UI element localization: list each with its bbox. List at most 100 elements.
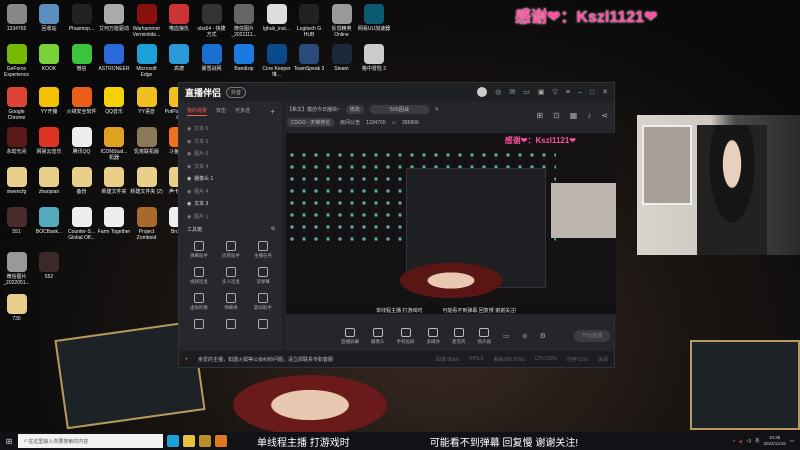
source-item[interactable]: ◉ 图片 4 bbox=[179, 185, 283, 198]
desktop-icon[interactable]: 网易UU加速器 bbox=[358, 2, 391, 32]
desktop-icon[interactable]: Project Zomboid bbox=[130, 205, 163, 241]
desktop-icon[interactable]: Bandizip bbox=[228, 42, 261, 72]
tool-button[interactable] bbox=[247, 319, 279, 331]
edge-icon[interactable] bbox=[167, 435, 179, 447]
chevron-up-icon[interactable]: ^ bbox=[733, 439, 735, 444]
source-item[interactable]: ◉ 文本 3 bbox=[179, 197, 283, 210]
desktop-icon[interactable]: BOCBank... bbox=[33, 205, 66, 235]
desktop-icon[interactable]: Google Chrome bbox=[0, 85, 33, 121]
source-item[interactable]: ◉ 图片 1 bbox=[179, 210, 283, 223]
avatar[interactable] bbox=[477, 87, 488, 97]
toolbar-button[interactable]: 直播屏幕 bbox=[341, 327, 359, 345]
desktop-icon[interactable]: 高德 bbox=[163, 42, 196, 72]
category-field[interactable]: CSGO - 天梯排位 bbox=[287, 118, 335, 127]
desktop-icon[interactable]: 新建文件夹 (2) bbox=[130, 165, 163, 195]
desktop-icon[interactable]: Microsoft Edge bbox=[130, 42, 163, 78]
desktop-icon[interactable]: 反恐精英Online bbox=[325, 2, 358, 38]
desktop-icon[interactable]: Logitech G HUB bbox=[293, 2, 326, 38]
desktop-icon[interactable]: 嗜血狼仇 bbox=[163, 2, 196, 32]
tool-button[interactable]: 房管助手 bbox=[215, 241, 247, 259]
desktop-icon[interactable]: QQ音乐 bbox=[98, 85, 131, 115]
desktop-icon[interactable]: 永劫无间 bbox=[0, 125, 33, 155]
tool-button[interactable]: 读弹幕 bbox=[247, 267, 279, 285]
tab-my-scenes[interactable]: 我的场景 bbox=[187, 107, 208, 116]
gift-icon[interactable]: ⊞ bbox=[536, 111, 543, 120]
desktop-icon[interactable]: Core Keeper 堆... bbox=[260, 42, 293, 78]
desktop-icon[interactable]: obs64 - 快捷方式 bbox=[195, 2, 228, 38]
toolbar-button[interactable]: 多媒体 bbox=[427, 327, 440, 345]
tool-button[interactable]: 弹幕秀 bbox=[215, 293, 247, 311]
tool-button[interactable] bbox=[183, 319, 215, 331]
desktop-icon[interactable]: 730 bbox=[0, 292, 33, 322]
file-explorer-icon[interactable] bbox=[183, 435, 195, 447]
filter-icon[interactable]: ▽ bbox=[553, 88, 558, 96]
desktop-icon[interactable]: zhaopian bbox=[33, 165, 66, 195]
desktop-icon[interactable]: Farm Together bbox=[98, 205, 131, 235]
start-live-button[interactable]: 开始直播 bbox=[574, 330, 610, 342]
desktop-icon[interactable]: 网易云音乐 bbox=[33, 125, 66, 155]
tab-multi-select[interactable]: 可多选 bbox=[235, 107, 250, 116]
close-stats-link[interactable]: 关闭 bbox=[598, 356, 608, 363]
source-item[interactable]: ◉ 文本 4 bbox=[179, 160, 283, 173]
pencil-icon[interactable]: ✎ bbox=[435, 107, 439, 113]
toolbar-button[interactable]: 扬声器 bbox=[478, 327, 491, 345]
desktop-icon[interactable]: 微信 bbox=[65, 42, 98, 72]
desktop-icon[interactable]: YY语音 bbox=[130, 85, 163, 115]
tool-button[interactable]: 虚拟形象 bbox=[183, 293, 215, 311]
source-item[interactable]: ◉ 文本 6 bbox=[179, 135, 283, 148]
message-icon[interactable]: ▭ bbox=[523, 88, 530, 96]
eye-icon[interactable]: ◉ bbox=[522, 332, 528, 340]
tool-button[interactable]: 弹幕助手 bbox=[183, 241, 215, 259]
desktop-icon[interactable]: Steam bbox=[325, 42, 358, 72]
mail-icon[interactable]: ✉ bbox=[509, 88, 515, 96]
tool-button[interactable]: 视频连麦 bbox=[183, 267, 215, 285]
lock-icon[interactable]: ⊡ bbox=[553, 111, 560, 120]
platform-pill[interactable]: 抖音 bbox=[226, 86, 247, 98]
desktop-icon[interactable]: 回收站 bbox=[33, 2, 66, 32]
close-icon[interactable]: ✕ bbox=[602, 88, 608, 96]
desktop-icon[interactable]: 腾讯QQ bbox=[65, 125, 98, 155]
toolbar-button[interactable]: 手机投屏 bbox=[397, 327, 415, 345]
add-source-icon[interactable]: + bbox=[270, 107, 275, 116]
room-notice-link[interactable]: 房间公告 bbox=[340, 119, 360, 126]
desktop-icon[interactable]: 1334765 bbox=[0, 2, 33, 32]
desktop-icon[interactable]: 551 bbox=[0, 205, 33, 235]
mode-field[interactable]: 5V5团战 bbox=[369, 105, 429, 114]
tool-button[interactable]: 多人连麦 bbox=[215, 267, 247, 285]
source-item[interactable]: ◉ 图片 6 bbox=[179, 147, 283, 160]
windows-start-icon[interactable]: ⊞ bbox=[0, 437, 18, 446]
tool-button[interactable]: 歌词助手 bbox=[247, 293, 279, 311]
visibility-icon[interactable]: ◉ bbox=[187, 214, 191, 220]
desktop-icon[interactable]: Phasmop... bbox=[65, 2, 98, 32]
box-icon[interactable]: ▦ bbox=[570, 111, 578, 120]
settings-icon[interactable]: ⚙ bbox=[540, 332, 546, 340]
tool-button[interactable]: 主播任务 bbox=[247, 241, 279, 259]
desktop-icon[interactable]: 备份 bbox=[65, 165, 98, 195]
desktop-icon[interactable]: 暴雪战网 bbox=[195, 42, 228, 72]
minimize-icon[interactable]: – bbox=[578, 89, 582, 96]
live-companion-taskbar-icon[interactable] bbox=[215, 435, 227, 447]
stream-preview[interactable]: 感谢❤：Kszl1121❤ 单线程主播 打游戏时 可能看不到弹幕 回复慢 谢谢关注… bbox=[286, 133, 616, 314]
desktop-icon[interactable]: KOOK bbox=[33, 42, 66, 72]
maximize-icon[interactable]: □ bbox=[590, 89, 594, 96]
clock[interactable]: 10:35 2022/11/18 bbox=[764, 435, 786, 447]
desktop-icon[interactable]: Counter-S... Global Off... bbox=[65, 205, 98, 241]
desktop-icon[interactable]: 火绒安全软件 bbox=[65, 85, 98, 115]
visibility-icon[interactable]: ◉ bbox=[187, 151, 191, 157]
visibility-icon[interactable]: ◉ bbox=[187, 176, 191, 182]
visibility-icon[interactable]: ◉ bbox=[187, 201, 191, 207]
ime-indicator[interactable]: 英 bbox=[755, 438, 760, 444]
toolbar-button[interactable]: 摄像头 bbox=[371, 327, 385, 345]
more-icon[interactable]: ⊖ bbox=[271, 226, 275, 233]
headset-icon[interactable]: ◎ bbox=[495, 88, 501, 96]
desktop-icon[interactable]: 新建文件夹 bbox=[98, 165, 131, 195]
app-icon[interactable] bbox=[199, 435, 211, 447]
desktop-icon[interactable]: 艾何万能驱动 bbox=[98, 2, 131, 32]
desktop-icon[interactable]: xiwencfg bbox=[0, 165, 33, 195]
desktop-icon[interactable]: Warhammer Vermintide... bbox=[130, 2, 163, 38]
record-icon[interactable]: ▭ bbox=[503, 332, 510, 340]
desktop-icon[interactable]: 微信图片_2022051... bbox=[0, 250, 33, 286]
source-item[interactable]: ◉ 文本 5 bbox=[179, 122, 283, 135]
desktop-icon[interactable]: ICONStud... 机器 bbox=[98, 125, 131, 161]
edit-button[interactable]: 修改 bbox=[345, 105, 364, 114]
